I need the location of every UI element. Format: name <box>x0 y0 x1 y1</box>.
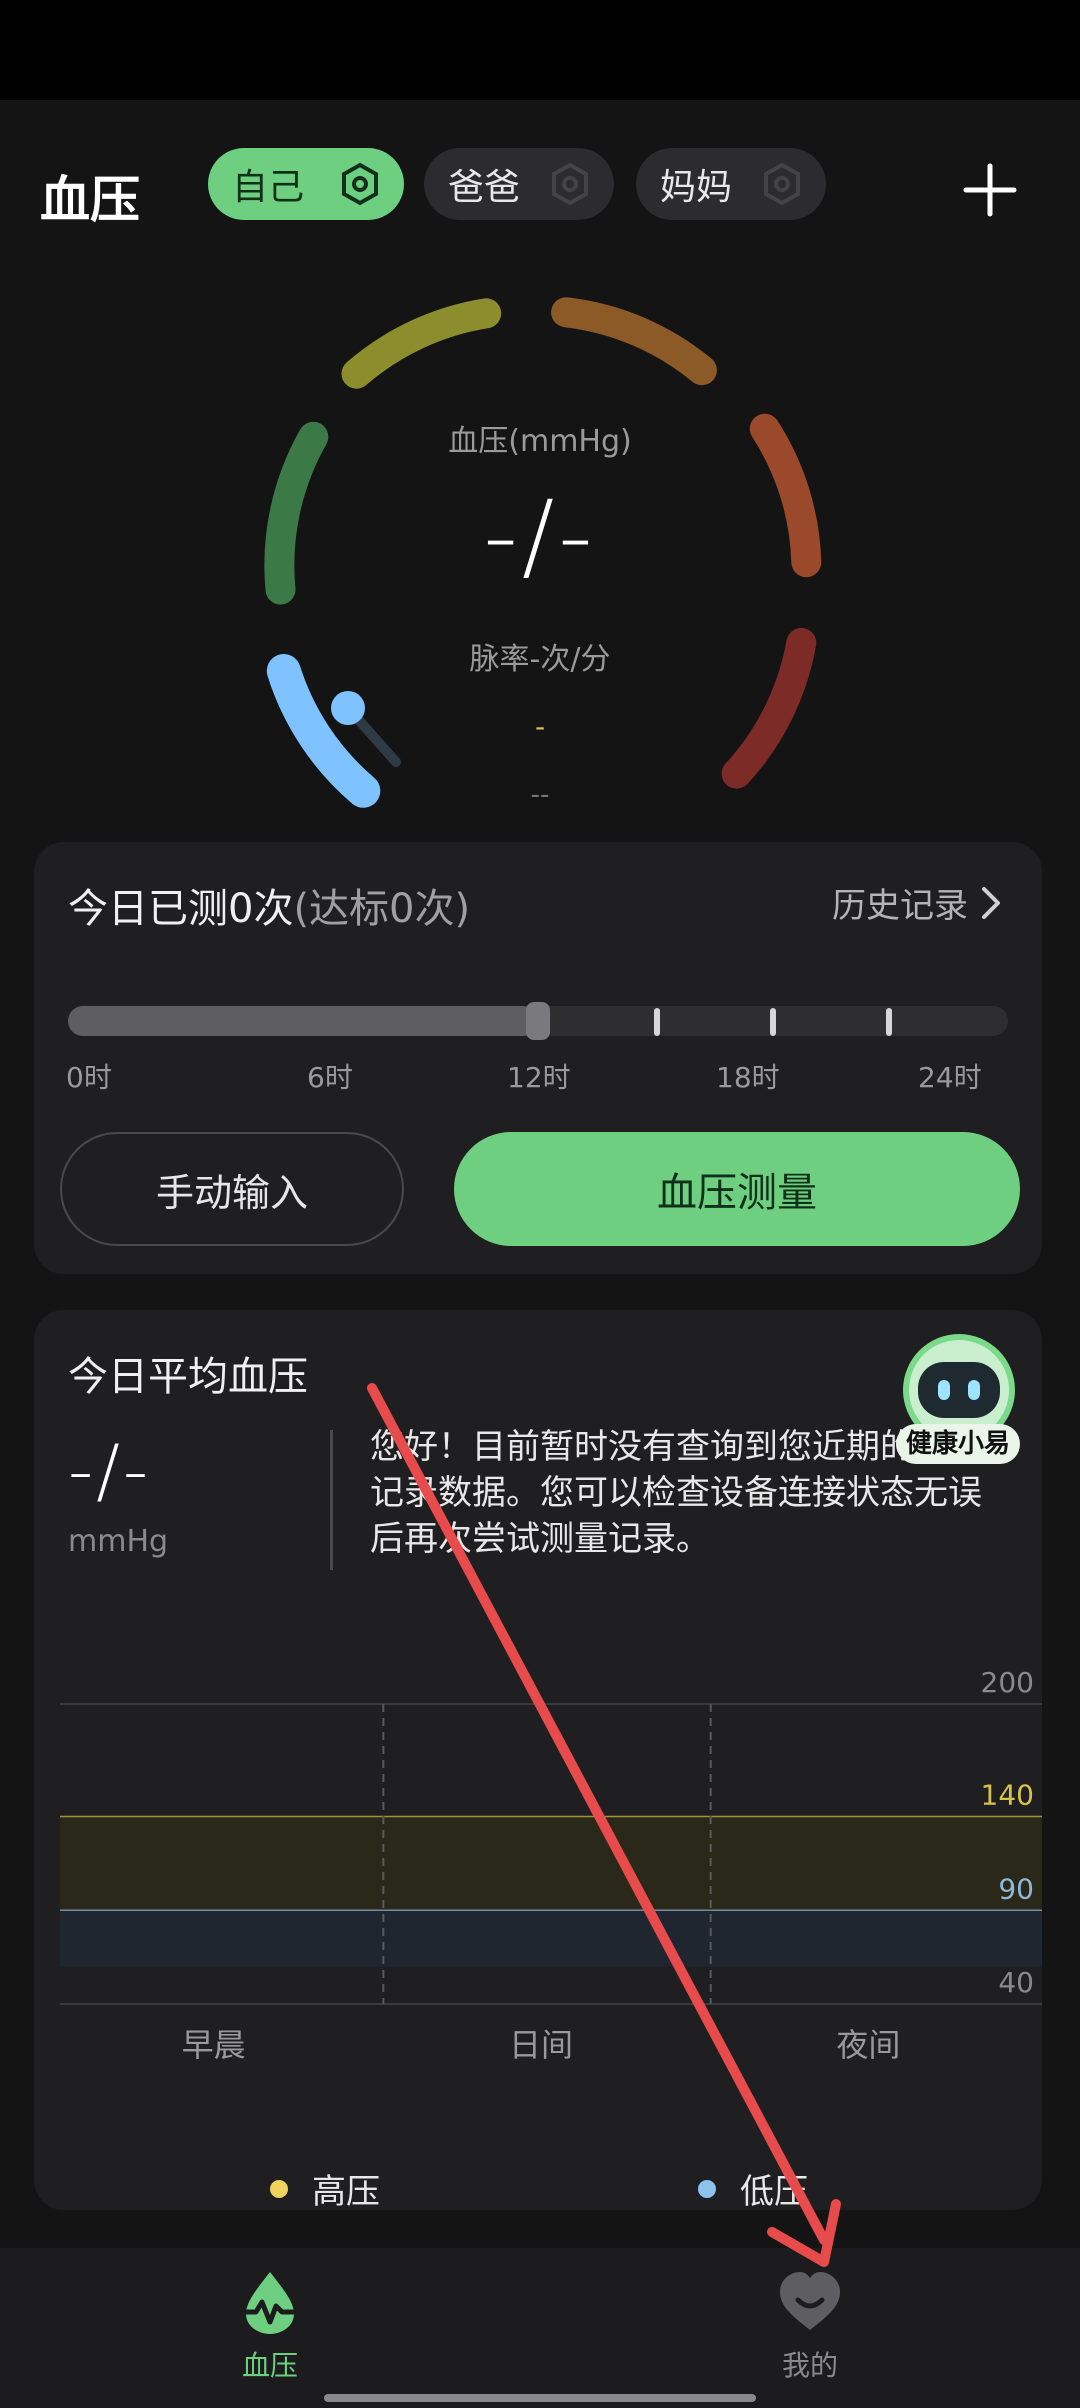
nav-mine[interactable]: 我的 <box>710 2266 910 2384</box>
x-category-label: 夜间 <box>836 2026 900 2064</box>
gauge-indicator-1: - <box>534 710 546 743</box>
bp-chart: 200 140 90 40 早晨 日间 夜间 <box>60 1640 1042 2140</box>
chart-band <box>60 1910 1042 1967</box>
timeline-tick <box>886 1008 892 1036</box>
profile-tab-label: 爸爸 <box>448 167 521 208</box>
gear-icon[interactable] <box>548 162 592 206</box>
heart-smile-icon <box>780 2272 840 2330</box>
profile-tab-label: 妈妈 <box>660 167 733 208</box>
pulse-label: 脉率 <box>469 642 530 677</box>
chart-band <box>60 1816 1042 1911</box>
y-tick-label: 40 <box>998 1966 1034 1999</box>
hour-label: 0时 <box>66 1061 112 1094</box>
plus-icon[interactable] <box>960 160 1020 220</box>
today-count: 今日已测0次 <box>68 886 294 932</box>
pulse-unit: 次/分 <box>540 642 611 677</box>
nav-label: 血压 <box>241 2349 298 2382</box>
hour-label: 24时 <box>918 1061 982 1094</box>
heartbeat-drop-icon <box>235 2272 305 2334</box>
pulse-rate: 脉率-次/分 <box>0 634 1080 678</box>
bp-chart-svg: 200 140 90 40 早晨 日间 夜间 <box>60 1666 1042 2064</box>
gauge-indicator-2: -- <box>530 780 550 810</box>
timeline-tick <box>770 1008 776 1036</box>
bp-value: -/- <box>483 480 597 592</box>
history-label: 历史记录 <box>832 886 968 926</box>
average-value: -/- <box>68 1430 152 1512</box>
pulse-value: - <box>529 642 541 677</box>
profile-tab-self[interactable]: 自己 <box>208 148 404 220</box>
profile-tab-mom[interactable]: 妈妈 <box>636 148 826 220</box>
manual-input-button[interactable]: 手动输入 <box>60 1132 404 1246</box>
assistant-name: 健康小易 <box>896 1424 1020 1464</box>
divider <box>330 1430 333 1570</box>
daily-average-card: 今日平均血压 -/- mmHg 您好！目前暂时没有查询到您近期的血压记录数据。您… <box>34 1310 1042 2213</box>
legend-label: 高压 <box>312 2172 380 2212</box>
today-qualified-count: (达标0次) <box>293 886 471 932</box>
y-tick-label: 200 <box>981 1666 1034 1699</box>
legend-label: 低压 <box>740 2172 808 2212</box>
today-measurements-card: 今日已测0次(达标0次) 历史记录 0时 6时 12时 18时 24时 手动输入… <box>34 842 1042 1274</box>
header: 血压 自己 爸爸 妈妈 <box>0 100 1080 280</box>
gear-icon[interactable] <box>760 162 804 206</box>
y-tick-label: 90 <box>998 1872 1034 1905</box>
history-link[interactable]: 历史记录 <box>832 878 1002 927</box>
hour-label: 18时 <box>716 1061 780 1094</box>
gauge-label: 血压(mmHg) <box>448 424 632 459</box>
day-timeline[interactable] <box>68 1002 1008 1040</box>
x-category-label: 日间 <box>509 2026 573 2064</box>
x-category-label: 早晨 <box>182 2026 246 2064</box>
gear-icon[interactable] <box>338 162 382 206</box>
bp-gauge: 血压(mmHg) -/- 脉率-次/分 - -- <box>0 280 1080 820</box>
average-unit: mmHg <box>68 1524 169 1559</box>
y-tick-label: 140 <box>981 1779 1034 1812</box>
profile-tab-dad[interactable]: 爸爸 <box>424 148 614 220</box>
measure-bp-button[interactable]: 血压测量 <box>454 1132 1020 1246</box>
timeline-progress <box>68 1006 538 1036</box>
gauge-segment-yellow-green <box>341 298 502 389</box>
today-count-title: 今日已测0次(达标0次) <box>68 876 470 934</box>
status-bar <box>0 0 1080 100</box>
bottom-nav: 血压 我的 <box>0 2248 1080 2408</box>
nav-label: 我的 <box>781 2349 838 2382</box>
nav-blood-pressure[interactable]: 血压 <box>170 2266 370 2384</box>
chevron-right-icon <box>982 886 1000 919</box>
timeline-current-marker[interactable] <box>526 1002 550 1040</box>
legend-dot <box>270 2179 288 2198</box>
legend-systolic: 高压 <box>270 2164 380 2213</box>
legend-dot <box>698 2179 716 2198</box>
page-title: 血压 <box>40 171 140 229</box>
profile-tab-label: 自己 <box>232 167 305 208</box>
home-indicator <box>324 2394 756 2402</box>
average-title: 今日平均血压 <box>68 1354 308 1400</box>
hour-label: 12时 <box>507 1061 571 1094</box>
timeline-tick <box>654 1008 660 1036</box>
hour-label: 6时 <box>307 1061 353 1094</box>
legend-diastolic: 低压 <box>698 2164 808 2213</box>
gauge-segment-orange <box>551 297 717 386</box>
